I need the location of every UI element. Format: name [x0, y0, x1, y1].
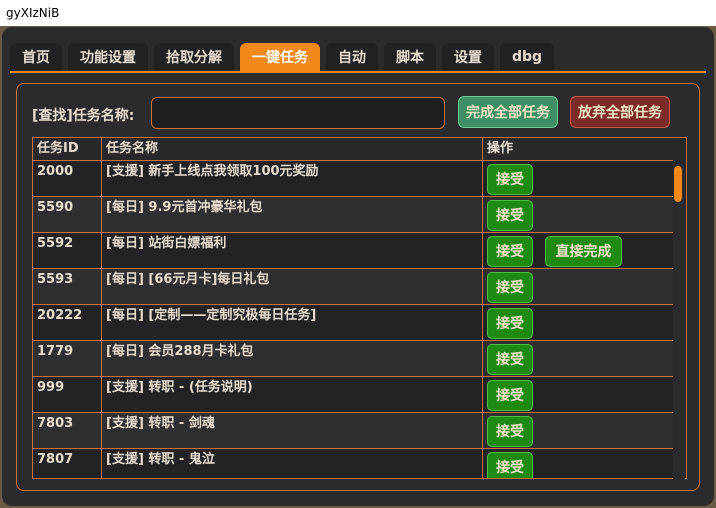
task-name: [每日] 9.9元首冲豪华礼包: [101, 197, 482, 232]
table-row: 5593 [每日] [66元月卡]每日礼包 接受: [33, 269, 673, 305]
action-cell: 接受: [482, 161, 673, 196]
accept-button[interactable]: 接受: [487, 380, 533, 411]
window-title: gyXIzNiB: [6, 6, 60, 20]
task-id: 999: [37, 380, 65, 395]
tab-auto[interactable]: 自动: [326, 43, 378, 71]
table-row: 7807 [支援] 转职 - 鬼泣 接受: [33, 449, 673, 478]
tab-settings[interactable]: 设置: [442, 43, 494, 71]
task-name: [支援] 转职 - 鬼泣: [101, 449, 482, 478]
action-cell: 接受: [482, 413, 673, 448]
table-row: 1779 [每日] 会员288月卡礼包 接受: [33, 341, 673, 377]
table-header: 任务ID 任务名称 操作: [33, 138, 673, 161]
task-id: 2000: [37, 164, 74, 179]
task-id: 7803: [37, 416, 74, 431]
accept-button[interactable]: 接受: [487, 416, 533, 447]
accept-button[interactable]: 接受: [487, 200, 533, 231]
accept-button[interactable]: 接受: [487, 272, 533, 303]
action-cell: 接受 直接完成: [482, 233, 673, 268]
action-cell: 接受: [482, 269, 673, 304]
accept-button[interactable]: 接受: [487, 452, 533, 478]
accept-button[interactable]: 接受: [487, 344, 533, 375]
column-header-task-id: 任务ID: [37, 141, 79, 156]
action-cell: 接受: [482, 377, 673, 412]
task-id: 7807: [37, 452, 74, 467]
tab-home[interactable]: 首页: [10, 43, 62, 71]
task-id: 1779: [37, 344, 74, 359]
abandon-all-tasks-button[interactable]: 放弃全部任务: [570, 96, 670, 128]
task-name: [每日] [66元月卡]每日礼包: [101, 269, 482, 304]
scrollbar-thumb[interactable]: [674, 166, 682, 202]
action-cell: 接受: [482, 197, 673, 232]
table-scrollbar[interactable]: [673, 165, 685, 479]
tab-bar: 首页 功能设置 拾取分解 一键任务 自动 脚本 设置 dbg: [10, 43, 560, 71]
tab-one-click-tasks[interactable]: 一键任务: [240, 43, 320, 71]
search-label: [查找]任务名称:: [32, 108, 135, 124]
task-id: 5592: [37, 236, 74, 251]
table-row: 2000 [支援] 新手上线点我领取100元奖励 接受: [33, 161, 673, 197]
tab-feature-settings[interactable]: 功能设置: [68, 43, 148, 71]
table-row: 20222 [每日] [定制——定制究极每日任务] 接受: [33, 305, 673, 341]
column-header-task-name: 任务名称: [101, 138, 482, 160]
action-cell: 接受: [482, 305, 673, 340]
task-id: 5593: [37, 272, 74, 287]
task-name: [每日] 站街白嫖福利: [101, 233, 482, 268]
task-name: [支援] 转职 - (任务说明): [101, 377, 482, 412]
accept-button[interactable]: 接受: [487, 164, 533, 195]
accept-button[interactable]: 接受: [487, 308, 533, 339]
title-bar: gyXIzNiB: [0, 0, 716, 26]
task-name: [每日] [定制——定制究极每日任务]: [101, 305, 482, 340]
column-header-action: 操作: [482, 138, 673, 160]
tab-underline: [10, 71, 706, 73]
task-name-search-input[interactable]: [151, 97, 445, 129]
task-id: 20222: [37, 308, 83, 323]
table-row: 5590 [每日] 9.9元首冲豪华礼包 接受: [33, 197, 673, 233]
tab-dbg[interactable]: dbg: [500, 43, 555, 71]
table-row: 999 [支援] 转职 - (任务说明) 接受: [33, 377, 673, 413]
complete-directly-button[interactable]: 直接完成: [545, 236, 622, 267]
action-cell: 接受: [482, 341, 673, 376]
action-cell: 接受: [482, 449, 673, 478]
tab-pickup-decompose[interactable]: 拾取分解: [154, 43, 234, 71]
tab-script[interactable]: 脚本: [384, 43, 436, 71]
task-table: 任务ID 任务名称 操作 2000 [支援] 新手上线点我领取100元奖励 接受…: [32, 137, 687, 479]
task-id: 5590: [37, 200, 74, 215]
task-name: [支援] 新手上线点我领取100元奖励: [101, 161, 482, 196]
task-panel: [查找]任务名称: 完成全部任务 放弃全部任务 任务ID 任务名称 操作 200…: [16, 83, 700, 491]
table-row: 5592 [每日] 站街白嫖福利 接受 直接完成: [33, 233, 673, 269]
accept-button[interactable]: 接受: [487, 236, 533, 267]
task-name: [每日] 会员288月卡礼包: [101, 341, 482, 376]
task-name: [支援] 转职 - 剑魂: [101, 413, 482, 448]
main-window: 首页 功能设置 拾取分解 一键任务 自动 脚本 设置 dbg [查找]任务名称:…: [2, 27, 714, 506]
complete-all-tasks-button[interactable]: 完成全部任务: [458, 96, 558, 128]
table-row: 7803 [支援] 转职 - 剑魂 接受: [33, 413, 673, 449]
